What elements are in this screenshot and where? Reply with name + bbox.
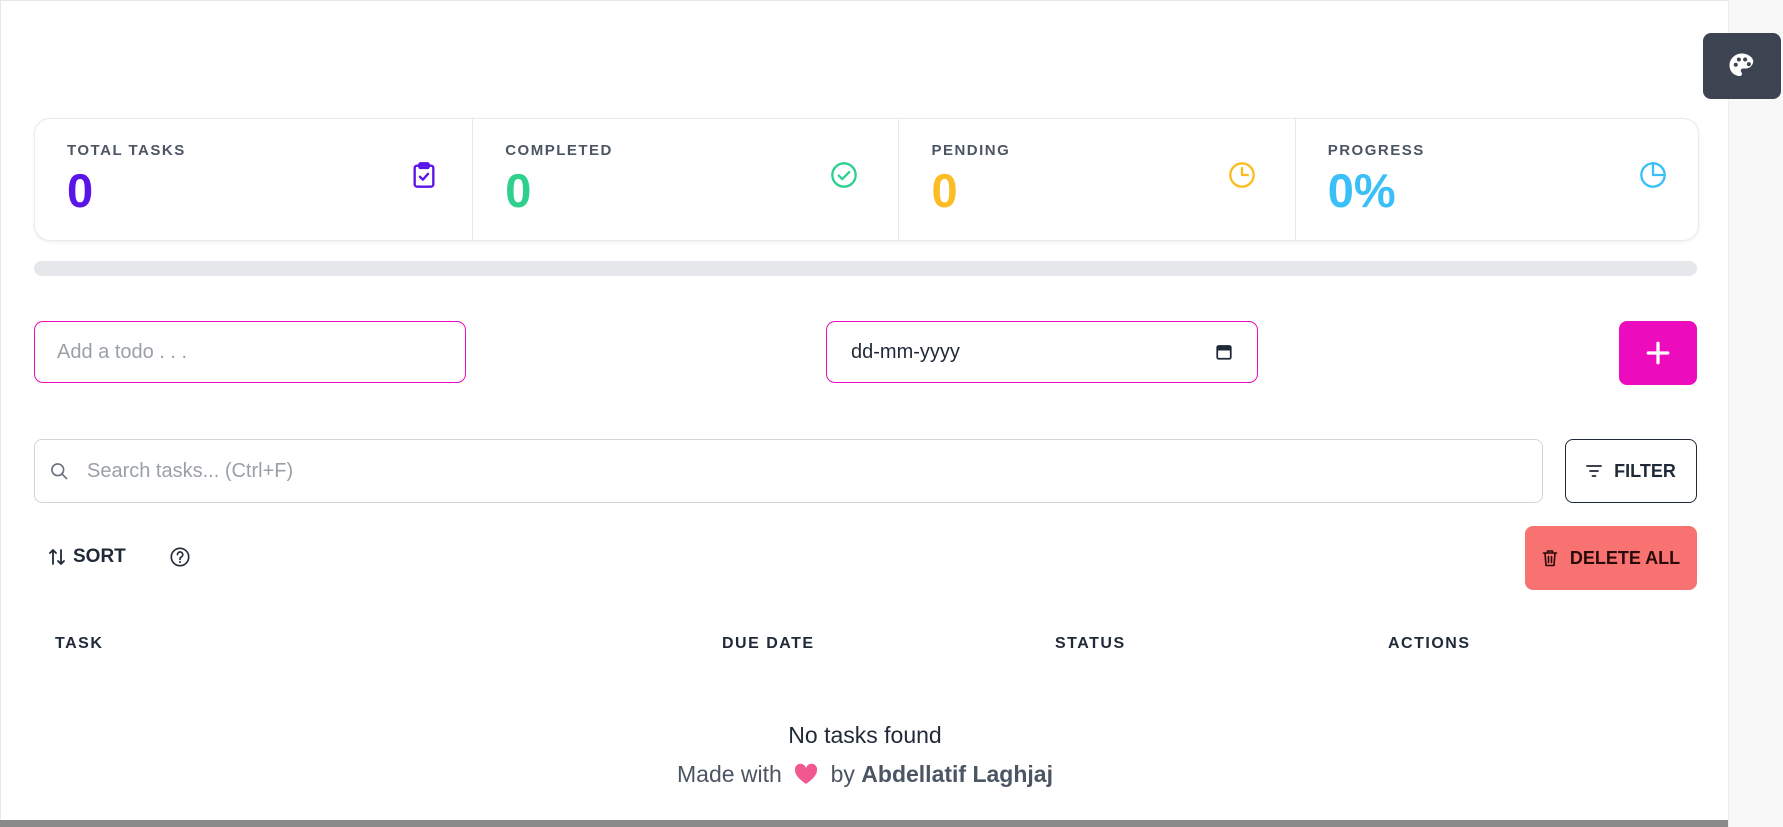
- theme-switcher-button[interactable]: [1703, 33, 1781, 99]
- stat-total-label: TOTAL TASKS: [67, 142, 186, 159]
- footer-by: by: [830, 761, 855, 787]
- bottom-scrollbar[interactable]: [0, 820, 1728, 827]
- column-header-task: TASK: [55, 635, 104, 652]
- add-todo-button[interactable]: [1619, 321, 1697, 385]
- clipboard-check-icon: [413, 162, 435, 188]
- stat-progress: PROGRESS 0%: [1296, 119, 1698, 240]
- stat-completed: COMPLETED 0: [473, 119, 900, 240]
- column-header-actions: ACTIONS: [1388, 635, 1471, 652]
- todo-input[interactable]: [34, 321, 466, 383]
- due-date-placeholder: dd-mm-yyyy: [851, 340, 960, 363]
- trash-icon: [1542, 550, 1558, 567]
- filter-button[interactable]: FILTER: [1565, 439, 1697, 503]
- stat-progress-label: PROGRESS: [1327, 142, 1425, 159]
- app-page: TOTAL TASKS 0 COMPLETED 0 PENDING 0 PROG…: [0, 0, 1729, 821]
- palette-icon: [1729, 53, 1754, 76]
- heart-icon: [795, 763, 818, 784]
- right-gutter: [1728, 0, 1783, 827]
- check-circle-icon: [831, 162, 858, 188]
- footer-made-with: Made with: [677, 761, 782, 787]
- stat-completed-label: COMPLETED: [505, 142, 613, 159]
- filter-icon: [1586, 465, 1603, 477]
- plus-icon: [1646, 341, 1670, 365]
- calendar-icon[interactable]: [1215, 343, 1233, 361]
- sort-button[interactable]: SORT: [49, 539, 126, 575]
- delete-all-button[interactable]: DELETE ALL: [1525, 526, 1697, 590]
- stat-progress-value: 0%: [1327, 164, 1396, 217]
- stat-pending-value: 0: [931, 164, 958, 217]
- delete-all-label: DELETE ALL: [1569, 547, 1681, 568]
- stat-total-tasks: TOTAL TASKS 0: [35, 119, 474, 240]
- stats-card: TOTAL TASKS 0 COMPLETED 0 PENDING 0 PROG…: [34, 118, 1699, 241]
- sort-label: SORT: [73, 546, 126, 567]
- stat-pending-label: PENDING: [931, 142, 1011, 159]
- help-icon[interactable]: [169, 546, 191, 568]
- sort-icon: [49, 549, 65, 565]
- pie-chart-icon: [1639, 162, 1666, 188]
- search-icon: [51, 463, 68, 480]
- stat-total-value: 0: [67, 164, 94, 217]
- column-header-status: STATUS: [1055, 635, 1126, 652]
- search-box[interactable]: [34, 439, 1543, 503]
- filter-label: FILTER: [1614, 460, 1676, 481]
- clock-icon: [1229, 162, 1256, 188]
- column-header-due-date: DUE DATE: [722, 635, 815, 652]
- progress-bar: [34, 261, 1697, 276]
- stat-completed-value: 0: [505, 164, 532, 217]
- due-date-input[interactable]: dd-mm-yyyy: [826, 321, 1258, 383]
- search-input[interactable]: [69, 440, 1542, 502]
- empty-state-message: No tasks found: [788, 722, 942, 748]
- footer-author-link[interactable]: Abdellatif Laghjaj: [861, 761, 1053, 787]
- footer: Made with by Abdellatif Laghjaj: [1, 761, 1729, 788]
- stat-pending: PENDING 0: [899, 119, 1296, 240]
